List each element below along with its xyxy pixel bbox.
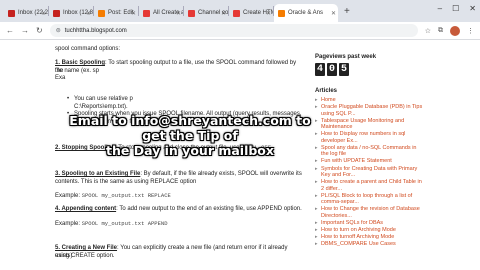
tab-favicon-icon — [278, 9, 285, 17]
section-text-line: using CREATE option. — [55, 252, 115, 259]
counter-digit: 4 — [315, 63, 325, 76]
section-heading: 3. Spooling to an Existing File — [55, 171, 141, 177]
sidebar-post-link[interactable]: Spool any data / no-SQL Commands in the … — [315, 145, 425, 158]
tab-label: Oracle & Ans — [288, 10, 324, 16]
section-text-line: contents. This is the same as using REPL… — [55, 178, 197, 185]
banner-line: Email to info@shreyantech.com to get the… — [69, 113, 311, 143]
back-icon[interactable]: ← — [6, 26, 14, 35]
example-label: Example: — [55, 221, 82, 227]
url-text: tuchhttha.blogspot.com — [64, 27, 127, 34]
section-text-line: file name (ex. sp — [55, 67, 100, 74]
browser-tab[interactable]: Channel cont✕ — [184, 4, 228, 22]
sidebar-post-link[interactable]: Symbols for Creating Data with Primary K… — [315, 166, 425, 179]
menu-icon[interactable]: ⋮ — [467, 27, 474, 35]
sidebar-post-link[interactable]: Tablespace Usage Monitoring and Maintena… — [315, 118, 425, 131]
browser-tab[interactable]: Post: Edit ✕ — [94, 4, 138, 22]
section-text-line: Exa — [55, 75, 66, 82]
sidebar-post-link[interactable]: Fun with UPDATE Statement — [315, 158, 425, 165]
maximize-icon[interactable]: ☐ — [452, 4, 459, 13]
browser-tab[interactable]: Inbox (22,251)✕ — [4, 4, 48, 22]
browser-tab[interactable]: All Create and✕ — [139, 4, 183, 22]
sidebar-post-link[interactable]: Important SQLs for DBAs — [315, 220, 425, 227]
tab-favicon-icon — [53, 9, 60, 17]
extensions-icon[interactable]: ⧉ — [438, 27, 443, 35]
browser-tab-strip: Inbox (22,251)✕Inbox (12,847)✕Post: Edit… — [0, 0, 480, 22]
browser-tab[interactable]: Oracle & Ans ✕ — [274, 4, 338, 22]
code-snippet: SPOOL my_output.txt APPEND — [81, 220, 168, 227]
window-controls: – ☐ ✕ — [438, 4, 476, 13]
tab-close-icon[interactable]: ✕ — [86, 10, 91, 17]
counter-digit: 5 — [339, 63, 349, 76]
tab-close-icon[interactable]: ✕ — [176, 10, 181, 17]
article-intro: spool command options: — [55, 46, 121, 52]
section-heading: 5. Creating a New File — [55, 245, 118, 251]
post-list: HomeOracle Pluggable Database (PDB) in T… — [315, 97, 425, 248]
counter-digit: 0 — [327, 63, 337, 76]
toolbar-right: ☆ ⧉ ⋮ — [425, 25, 474, 36]
sidebar-post-link[interactable]: How to turnoff Archiving Mode — [315, 234, 425, 241]
sidebar-post-link[interactable]: Oracle Pluggable Database (PDB) in Tips … — [315, 104, 425, 117]
sidebar-post-link[interactable]: How to turn on Archiving Mode — [315, 227, 425, 234]
sidebar-post-link[interactable]: PL/SQL Block to loop through a list of c… — [315, 193, 425, 206]
tab-close-icon[interactable]: ✕ — [266, 10, 271, 17]
avatar[interactable] — [450, 25, 460, 36]
sidebar-post-link[interactable]: Home — [315, 97, 425, 104]
banner-line: the Day in your mailbox — [106, 143, 274, 158]
list-item: You can use relative p C:\Reports\emp.tx… — [67, 96, 303, 111]
tab-close-icon[interactable]: ✕ — [331, 10, 336, 17]
sidebar-post-link[interactable]: How to create a parent and Child Table i… — [315, 179, 425, 192]
sidebar-post-link[interactable]: How to Display row numbers in sql develo… — [315, 131, 425, 144]
tab-favicon-icon — [8, 9, 15, 17]
sidebar-post-link[interactable]: How to Change the revision of Database D… — [315, 206, 425, 219]
example-line: Example: SPOOL my_output.txt REPLACE — [55, 192, 303, 201]
bookmark-star-icon[interactable]: ☆ — [425, 27, 431, 35]
browser-tab[interactable]: Inbox (12,847)✕ — [49, 4, 93, 22]
site-info-icon[interactable]: ⊜ — [56, 27, 61, 34]
forward-icon[interactable]: → — [21, 26, 29, 35]
pageviews-title: Pageviews past week — [315, 54, 377, 60]
new-tab-icon[interactable]: + — [338, 6, 356, 17]
list-item-text: You can use relative p — [74, 96, 133, 102]
minimize-icon[interactable]: – — [438, 4, 442, 13]
section-heading: 1. Basic Spooling — [55, 60, 106, 66]
blog-sidebar: Pageviews past week 4 0 5 Articles HomeO… — [315, 41, 425, 270]
tab-close-icon[interactable]: ✕ — [131, 10, 136, 17]
code-snippet: SPOOL my_output.txt REPLACE — [81, 192, 171, 199]
browser-tab[interactable]: Create HTML✕ — [229, 4, 273, 22]
section-heading: 4. Appending content — [55, 206, 117, 212]
tab-favicon-icon — [188, 9, 195, 17]
example-line: Example: SPOOL my_output.txt APPEND — [55, 220, 303, 229]
section-text: : To add new output to the end of an exi… — [116, 206, 302, 212]
example-label: Example: — [55, 193, 82, 199]
tab-favicon-icon — [98, 9, 105, 17]
close-window-icon[interactable]: ✕ — [469, 4, 476, 13]
screen: Inbox (22,251)✕Inbox (12,847)✕Post: Edit… — [0, 0, 480, 270]
pageviews-counter: 4 0 5 — [315, 63, 349, 76]
url-input[interactable]: ⊜ tuchhttha.blogspot.com — [49, 24, 418, 37]
page-viewport: spool command options: 1. Basic Spooling… — [0, 41, 480, 270]
section-existing-file: 3. Spooling to an Existing File: By defa… — [55, 171, 303, 179]
tab-close-icon[interactable]: ✕ — [41, 10, 46, 17]
articles-title: Articles — [315, 88, 338, 94]
section-appending: 4. Appending content: To add new output … — [55, 206, 303, 214]
tab-favicon-icon — [143, 9, 150, 17]
address-bar: ← → ↻ ⊜ tuchhttha.blogspot.com ☆ ⧉ ⋮ — [0, 22, 480, 40]
sidebar-post-link[interactable]: DBMS_COMPARE Use Cases — [315, 241, 425, 248]
tab-close-icon[interactable]: ✕ — [221, 10, 226, 17]
section-text: : By default, if the file already exists… — [140, 171, 302, 177]
tab-label: Post: Edit — [108, 10, 134, 16]
reload-icon[interactable]: ↻ — [36, 26, 43, 35]
tab-favicon-icon — [233, 9, 240, 17]
promo-banner: Email to info@shreyantech.com to get the… — [60, 113, 320, 158]
